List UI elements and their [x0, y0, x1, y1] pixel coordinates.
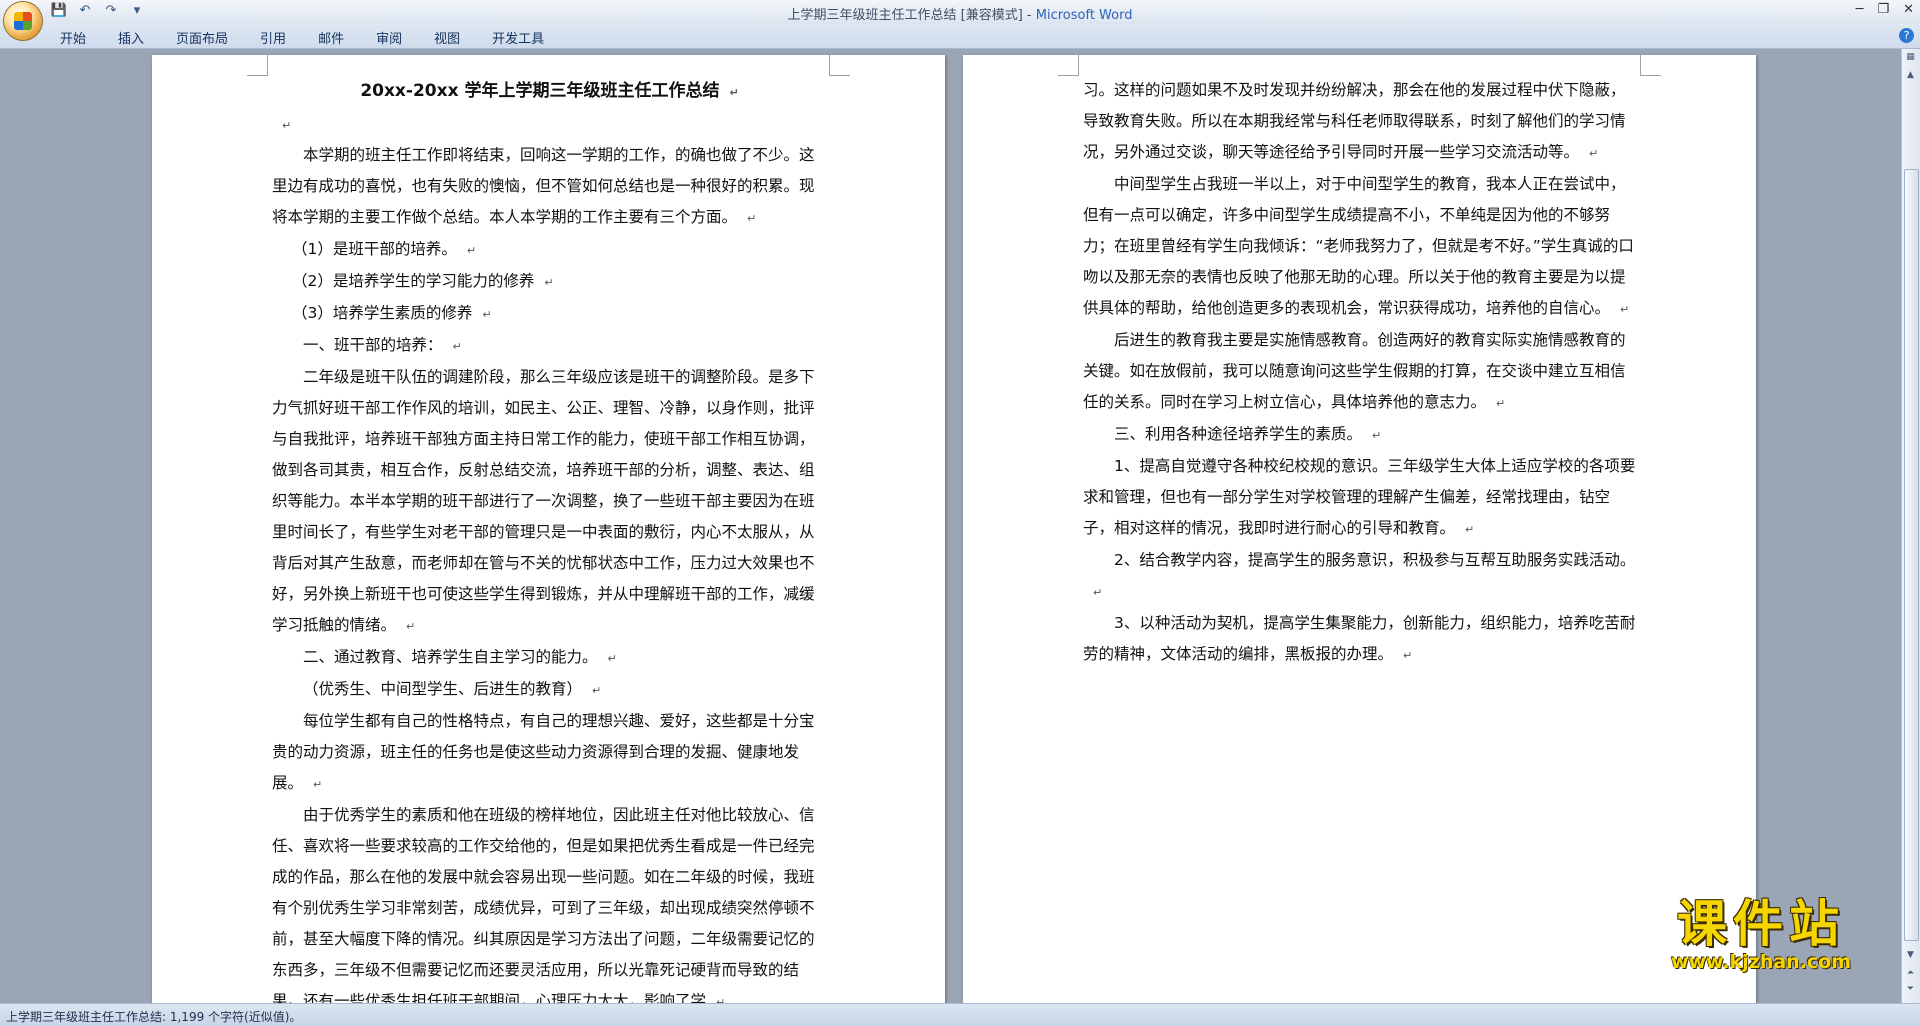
paragraph-mark-icon: ↵ [544, 276, 554, 289]
page-right: 习。这样的问题如果不及时发现并纷纷解决，那会在他的发展过程中伏下隐蔽，导致教育失… [963, 55, 1756, 1003]
paragraph: 1、提高自觉遵守各种校纪校规的意识。三年级学生大体上适应学校的各项要求和管理，但… [1083, 451, 1638, 545]
word-count[interactable]: 上学期三年级班主任工作总结: 1,199 个字符(近似值)。 [6, 1008, 301, 1025]
paragraph: 后进生的教育我主要是实施情感教育。创造两好的教育实际实施情感教育的关键。如在放假… [1083, 325, 1638, 419]
page-content-left[interactable]: 20xx-20xx 学年上学期三年级班主任工作总结 ↵ ↵ 本学期的班主任工作即将结束… [272, 75, 827, 1003]
paragraph-text: （3）培养学生素质的修养 [292, 304, 473, 322]
paragraph-text: 由于优秀学生的素质和他在班级的榜样地位，因此班主任对他比较放心、信任、喜欢将一些… [272, 806, 815, 1003]
paragraph-text: 2、结合教学内容，提高学生的服务意识，积极参与互帮互助服务实践活动。 [1114, 551, 1636, 569]
tab-5[interactable]: 审阅 [376, 28, 402, 47]
tab-4[interactable]: 邮件 [318, 28, 344, 47]
paragraph-mark-icon: ↵ [1620, 303, 1630, 316]
paragraph: （1）是班干部的培养。 ↵ [272, 234, 827, 266]
restore-icon[interactable]: ❐ [1877, 2, 1889, 17]
paragraph-mark-icon: ↵ [1589, 147, 1599, 160]
paragraph-text: 一、班干部的培养： [303, 336, 443, 354]
window-controls: ─ ❐ ✕ [1856, 2, 1914, 17]
next-page-icon[interactable]: ⏷ [1904, 983, 1917, 996]
paragraph-mark-icon: ↵ [1496, 397, 1506, 410]
document-title: 上学期三年级班主任工作总结 [兼容模式] - [787, 8, 1036, 23]
ruler-toggle-icon[interactable]: ▦ [1904, 51, 1917, 64]
paragraph: 中间型学生占我班一半以上，对于中间型学生的教育，我本人正在尝试中，但有一点可以确… [1083, 169, 1638, 325]
paragraph-mark-icon: ↵ [466, 244, 477, 257]
paragraph-text: 每位学生都有自己的性格特点，有自己的理想兴趣、爱好，这些都是十分宝贵的动力资源，… [272, 712, 815, 792]
crop-mark [829, 55, 850, 76]
crop-mark [247, 55, 268, 76]
paragraph: （3）培养学生素质的修养 ↵ [272, 298, 827, 330]
paragraph: 由于优秀学生的素质和他在班级的榜样地位，因此班主任对他比较放心、信任、喜欢将一些… [272, 800, 827, 1003]
paragraph-mark-icon: ↵ [1093, 586, 1103, 599]
minimize-icon[interactable]: ─ [1856, 2, 1864, 17]
paragraph-text: 中间型学生占我班一半以上，对于中间型学生的教育，我本人正在尝试中，但有一点可以确… [1083, 175, 1634, 317]
paragraph: 3、以种活动为契机，提高学生集聚能力，创新能力，组织能力，培养吃苦耐劳的精神，文… [1083, 608, 1638, 671]
tab-0[interactable]: 开始 [60, 28, 86, 47]
tab-7[interactable]: 开发工具 [492, 28, 544, 47]
tab-6[interactable]: 视图 [434, 28, 460, 47]
tab-1[interactable]: 插入 [118, 28, 144, 47]
document-workspace: 20xx-20xx 学年上学期三年级班主任工作总结 ↵ ↵ 本学期的班主任工作即将结束… [0, 49, 1902, 1003]
paragraph: 三、利用各种途径培养学生的素质。 ↵ [1083, 419, 1638, 451]
paragraph-text: 后进生的教育我主要是实施情感教育。创造两好的教育实际实施情感教育的关键。如在放假… [1083, 331, 1626, 411]
app-name: Microsoft Word [1035, 8, 1133, 23]
paragraph-mark-icon: ↵ [592, 684, 602, 697]
paragraph: （2）是培养学生的学习能力的修养 ↵ [272, 266, 827, 298]
paragraph-mark-icon: ↵ [1465, 523, 1475, 536]
paragraph-mark-icon: ↵ [607, 652, 617, 665]
paragraph-text: （1）是班干部的培养。 [292, 240, 457, 258]
paragraph-mark-icon: ↵ [313, 778, 323, 791]
paragraph-text: 二年级是班干队伍的调建阶段，那么三年级应该是班干的调整阶段。是多下力气抓好班干部… [272, 368, 815, 634]
paragraph-mark-icon: ↵ [406, 620, 416, 633]
paragraph: 习。这样的问题如果不及时发现并纷纷解决，那会在他的发展过程中伏下隐蔽，导致教育失… [1083, 75, 1638, 169]
paragraph: 二、通过教育、培养学生自主学习的能力。 ↵ [272, 642, 827, 674]
watermark-url: www.kjzhan.com [1670, 951, 1852, 973]
crop-mark [1058, 55, 1079, 76]
paragraph-text: 20xx-20xx 学年上学期三年级班主任工作总结 [360, 81, 720, 101]
paragraph: 2、结合教学内容，提高学生的服务意识，积极参与互帮互助服务实践活动。 ↵ [1083, 545, 1638, 608]
paragraph-text: 三、利用各种途径培养学生的素质。 [1114, 425, 1363, 443]
paragraph: 二年级是班干队伍的调建阶段，那么三年级应该是班干的调整阶段。是多下力气抓好班干部… [272, 362, 827, 642]
tab-list: 开始 插入 页面布局 引用 邮件 审阅 视图 开发工具 [60, 28, 544, 47]
paragraph-mark-icon: ↵ [716, 996, 726, 1003]
paragraph-mark-icon: ↵ [282, 119, 292, 132]
close-icon[interactable]: ✕ [1903, 2, 1914, 17]
scroll-up-icon[interactable]: ▲ [1904, 69, 1917, 82]
scroll-down-icon[interactable]: ▼ [1904, 949, 1917, 962]
vertical-scrollbar[interactable]: ▦ ▲ ▼ ⏶ ⏷ [1901, 49, 1920, 1003]
paragraph-mark-icon: ↵ [1403, 649, 1413, 662]
office-logo-icon [14, 12, 32, 30]
previous-page-icon[interactable]: ⏶ [1904, 967, 1917, 980]
tab-3[interactable]: 引用 [260, 28, 286, 47]
window-title: 上学期三年级班主任工作总结 [兼容模式] - Microsoft Word [0, 4, 1920, 23]
crop-mark [1640, 55, 1661, 76]
paragraph-text: 3、以种活动为契机，提高学生集聚能力，创新能力，组织能力，培养吃苦耐劳的精神，文… [1083, 614, 1636, 663]
paragraph-mark-icon: ↵ [1372, 429, 1382, 442]
paragraph-text: （2）是培养学生的学习能力的修养 [292, 272, 535, 290]
page-left: 20xx-20xx 学年上学期三年级班主任工作总结 ↵ ↵ 本学期的班主任工作即将结束… [152, 55, 945, 1003]
help-icon[interactable]: ? [1899, 28, 1914, 43]
paragraph: 本学期的班主任工作即将结束，回响这一学期的工作，的确也做了不少。这里边有成功的喜… [272, 140, 827, 234]
title-bar: 💾 ↶ ↷ ▾ 上学期三年级班主任工作总结 [兼容模式] - Microsoft… [0, 0, 1920, 40]
office-button[interactable] [4, 2, 42, 40]
ribbon-tabs: 开始 插入 页面布局 引用 邮件 审阅 视图 开发工具 ? [0, 24, 1920, 49]
paragraph-text: 习。这样的问题如果不及时发现并纷纷解决，那会在他的发展过程中伏下隐蔽，导致教育失… [1083, 81, 1626, 161]
tab-2[interactable]: 页面布局 [176, 28, 228, 47]
page-content-right[interactable]: 习。这样的问题如果不及时发现并纷纷解决，那会在他的发展过程中伏下隐蔽，导致教育失… [1083, 75, 1638, 671]
scroll-thumb[interactable] [1904, 169, 1919, 941]
paragraph-text: （优秀生、中间型学生、后进生的教育） [303, 680, 583, 698]
paragraph-mark-icon: ↵ [729, 86, 739, 99]
paragraph: （优秀生、中间型学生、后进生的教育） ↵ [272, 674, 827, 706]
paragraph: ↵ [272, 109, 827, 140]
paragraph-text: 1、提高自觉遵守各种校纪校规的意识。三年级学生大体上适应学校的各项要求和管理，但… [1083, 457, 1636, 537]
paragraph-mark-icon: ↵ [482, 308, 492, 321]
paragraph-mark-icon: ↵ [747, 212, 757, 225]
paragraph: 一、班干部的培养： ↵ [272, 330, 827, 362]
status-bar: 上学期三年级班主任工作总结: 1,199 个字符(近似值)。 [0, 1003, 1920, 1026]
paragraph: 每位学生都有自己的性格特点，有自己的理想兴趣、爱好，这些都是十分宝贵的动力资源，… [272, 706, 827, 800]
paragraph-text: 二、通过教育、培养学生自主学习的能力。 [303, 648, 598, 666]
watermark-logo: 课件站 www.kjzhan.com [1646, 897, 1876, 977]
paragraph-text: 本学期的班主任工作即将结束，回响这一学期的工作，的确也做了不少。这里边有成功的喜… [272, 146, 815, 226]
paragraph-mark-icon: ↵ [452, 340, 462, 353]
document-heading: 20xx-20xx 学年上学期三年级班主任工作总结 ↵ [272, 75, 827, 109]
watermark-text: 课件站 [1677, 895, 1845, 953]
